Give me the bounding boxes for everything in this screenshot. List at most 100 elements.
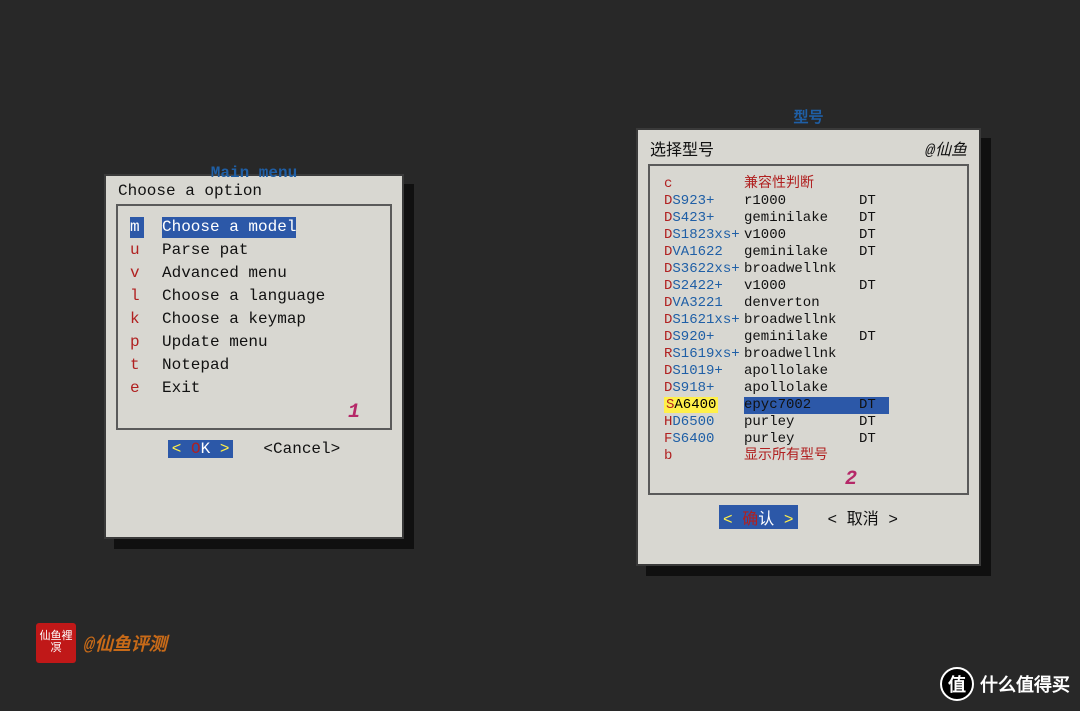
model-key: DS2422+	[664, 278, 744, 295]
model-dt: DT	[859, 227, 889, 244]
model-item[interactable]: RS1619xs+broadwellnk	[658, 346, 959, 363]
author-label: @仙鱼	[925, 136, 967, 160]
model-item[interactable]: DS918+apollolake	[658, 380, 959, 397]
model-key: DS923+	[664, 193, 744, 210]
model-arch: 显示所有型号	[744, 448, 859, 465]
menu-item[interactable]: mChoose a model	[126, 216, 382, 239]
model-arch: purley	[744, 431, 859, 448]
annotation-number-2: 2	[845, 468, 857, 491]
model-arch: apollolake	[744, 363, 859, 380]
cancel-button[interactable]: < 取消 >	[828, 505, 898, 529]
menu-label: Parse pat	[162, 240, 248, 261]
model-arch: broadwellnk	[744, 346, 859, 363]
model-dt: DT	[859, 414, 889, 431]
model-arch: geminilake	[744, 329, 859, 346]
model-select-subtitle: 选择型号	[650, 136, 714, 160]
model-item[interactable]: DS1823xs+v1000DT	[658, 227, 959, 244]
menu-item[interactable]: vAdvanced menu	[126, 262, 382, 285]
menu-hotkey: e	[130, 378, 144, 399]
model-dt: DT	[859, 431, 889, 448]
model-arch: r1000	[744, 193, 859, 210]
menu-label: Choose a keymap	[162, 309, 306, 330]
model-select-header: 选择型号 @仙鱼	[638, 130, 979, 164]
model-arch: broadwellnk	[744, 312, 859, 329]
menu-item[interactable]: e Exit	[126, 377, 382, 400]
model-item[interactable]: c兼容性判断	[658, 176, 959, 193]
watermark-text: @仙鱼评测	[84, 630, 167, 656]
model-arch: purley	[744, 414, 859, 431]
model-arch: broadwellnk	[744, 261, 859, 278]
model-dt	[859, 363, 889, 380]
menu-hotkey: v	[130, 263, 144, 284]
model-item[interactable]: DS1621xs+broadwellnk	[658, 312, 959, 329]
menu-hotkey: l	[130, 286, 144, 307]
menu-label: Exit	[162, 378, 200, 399]
model-arch: geminilake	[744, 244, 859, 261]
model-item[interactable]: DS1019+apollolake	[658, 363, 959, 380]
model-dt	[859, 312, 889, 329]
model-dt	[859, 295, 889, 312]
main-menu-dialog: Main menu Choose a option mChoose a mode…	[104, 174, 404, 539]
model-key: DS1019+	[664, 363, 744, 380]
model-key: RS1619xs+	[664, 346, 744, 363]
model-key: DS1823xs+	[664, 227, 744, 244]
cancel-button[interactable]: <Cancel>	[263, 440, 340, 458]
model-item[interactable]: DS2422+v1000DT	[658, 278, 959, 295]
seal-icon: 仙鱼裡凕	[36, 623, 76, 663]
brand-icon: 值	[940, 667, 974, 701]
model-key: DS423+	[664, 210, 744, 227]
model-arch: epyc7002	[744, 397, 859, 414]
model-dt: DT	[859, 193, 889, 210]
model-item[interactable]: DS923+r1000DT	[658, 193, 959, 210]
ok-button[interactable]: < 确认 >	[719, 505, 797, 529]
model-key: HD6500	[664, 414, 744, 431]
model-item[interactable]: DVA3221denverton	[658, 295, 959, 312]
model-select-outer-title: 型号	[638, 106, 979, 127]
model-dt	[859, 380, 889, 397]
model-key: DS920+	[664, 329, 744, 346]
model-dt: DT	[859, 210, 889, 227]
site-brand: 值 什么值得买	[940, 667, 1070, 701]
model-dt: DT	[859, 397, 889, 414]
model-dt: DT	[859, 278, 889, 295]
model-item[interactable]: SA6400epyc7002DT	[658, 397, 959, 414]
model-arch: v1000	[744, 227, 859, 244]
model-arch: geminilake	[744, 210, 859, 227]
model-key: DS3622xs+	[664, 261, 744, 278]
menu-item[interactable]: t Notepad	[126, 354, 382, 377]
menu-label: Choose a language	[162, 286, 325, 307]
model-item[interactable]: HD6500purleyDT	[658, 414, 959, 431]
main-menu-list: mChoose a modelu Parse patvAdvanced menul…	[116, 204, 392, 430]
model-dt: DT	[859, 329, 889, 346]
model-key: c	[664, 176, 744, 193]
menu-label: Notepad	[162, 355, 229, 376]
model-dt	[859, 261, 889, 278]
menu-hotkey: t	[130, 355, 144, 376]
model-item[interactable]: DS3622xs+broadwellnk	[658, 261, 959, 278]
model-item[interactable]: DS920+geminilakeDT	[658, 329, 959, 346]
model-dt	[859, 176, 889, 193]
model-item[interactable]: DVA1622geminilakeDT	[658, 244, 959, 261]
model-item[interactable]: FS6400purleyDT	[658, 431, 959, 448]
menu-item[interactable]: kChoose a keymap	[126, 308, 382, 331]
menu-item[interactable]: pUpdate menu	[126, 331, 382, 354]
model-item[interactable]: b显示所有型号	[658, 448, 959, 465]
menu-item[interactable]: u Parse pat	[126, 239, 382, 262]
model-arch: apollolake	[744, 380, 859, 397]
menu-label: Choose a model	[162, 217, 296, 238]
menu-hotkey: u	[130, 240, 144, 261]
model-dt: DT	[859, 244, 889, 261]
model-key: SA6400	[664, 397, 744, 414]
main-menu-title: Main menu	[106, 164, 402, 182]
menu-item[interactable]: l Choose a language	[126, 285, 382, 308]
brand-text: 什么值得买	[980, 671, 1070, 697]
main-menu-buttons: < OK > <Cancel>	[106, 430, 402, 470]
model-key: FS6400	[664, 431, 744, 448]
model-arch: v1000	[744, 278, 859, 295]
model-key: DVA3221	[664, 295, 744, 312]
model-key: DS918+	[664, 380, 744, 397]
model-item[interactable]: DS423+geminilakeDT	[658, 210, 959, 227]
ok-button[interactable]: < OK >	[168, 440, 234, 458]
model-key: DS1621xs+	[664, 312, 744, 329]
model-select-dialog: 型号 选择型号 @仙鱼 c兼容性判断DS923+r1000DTDS423+gem…	[636, 128, 981, 566]
